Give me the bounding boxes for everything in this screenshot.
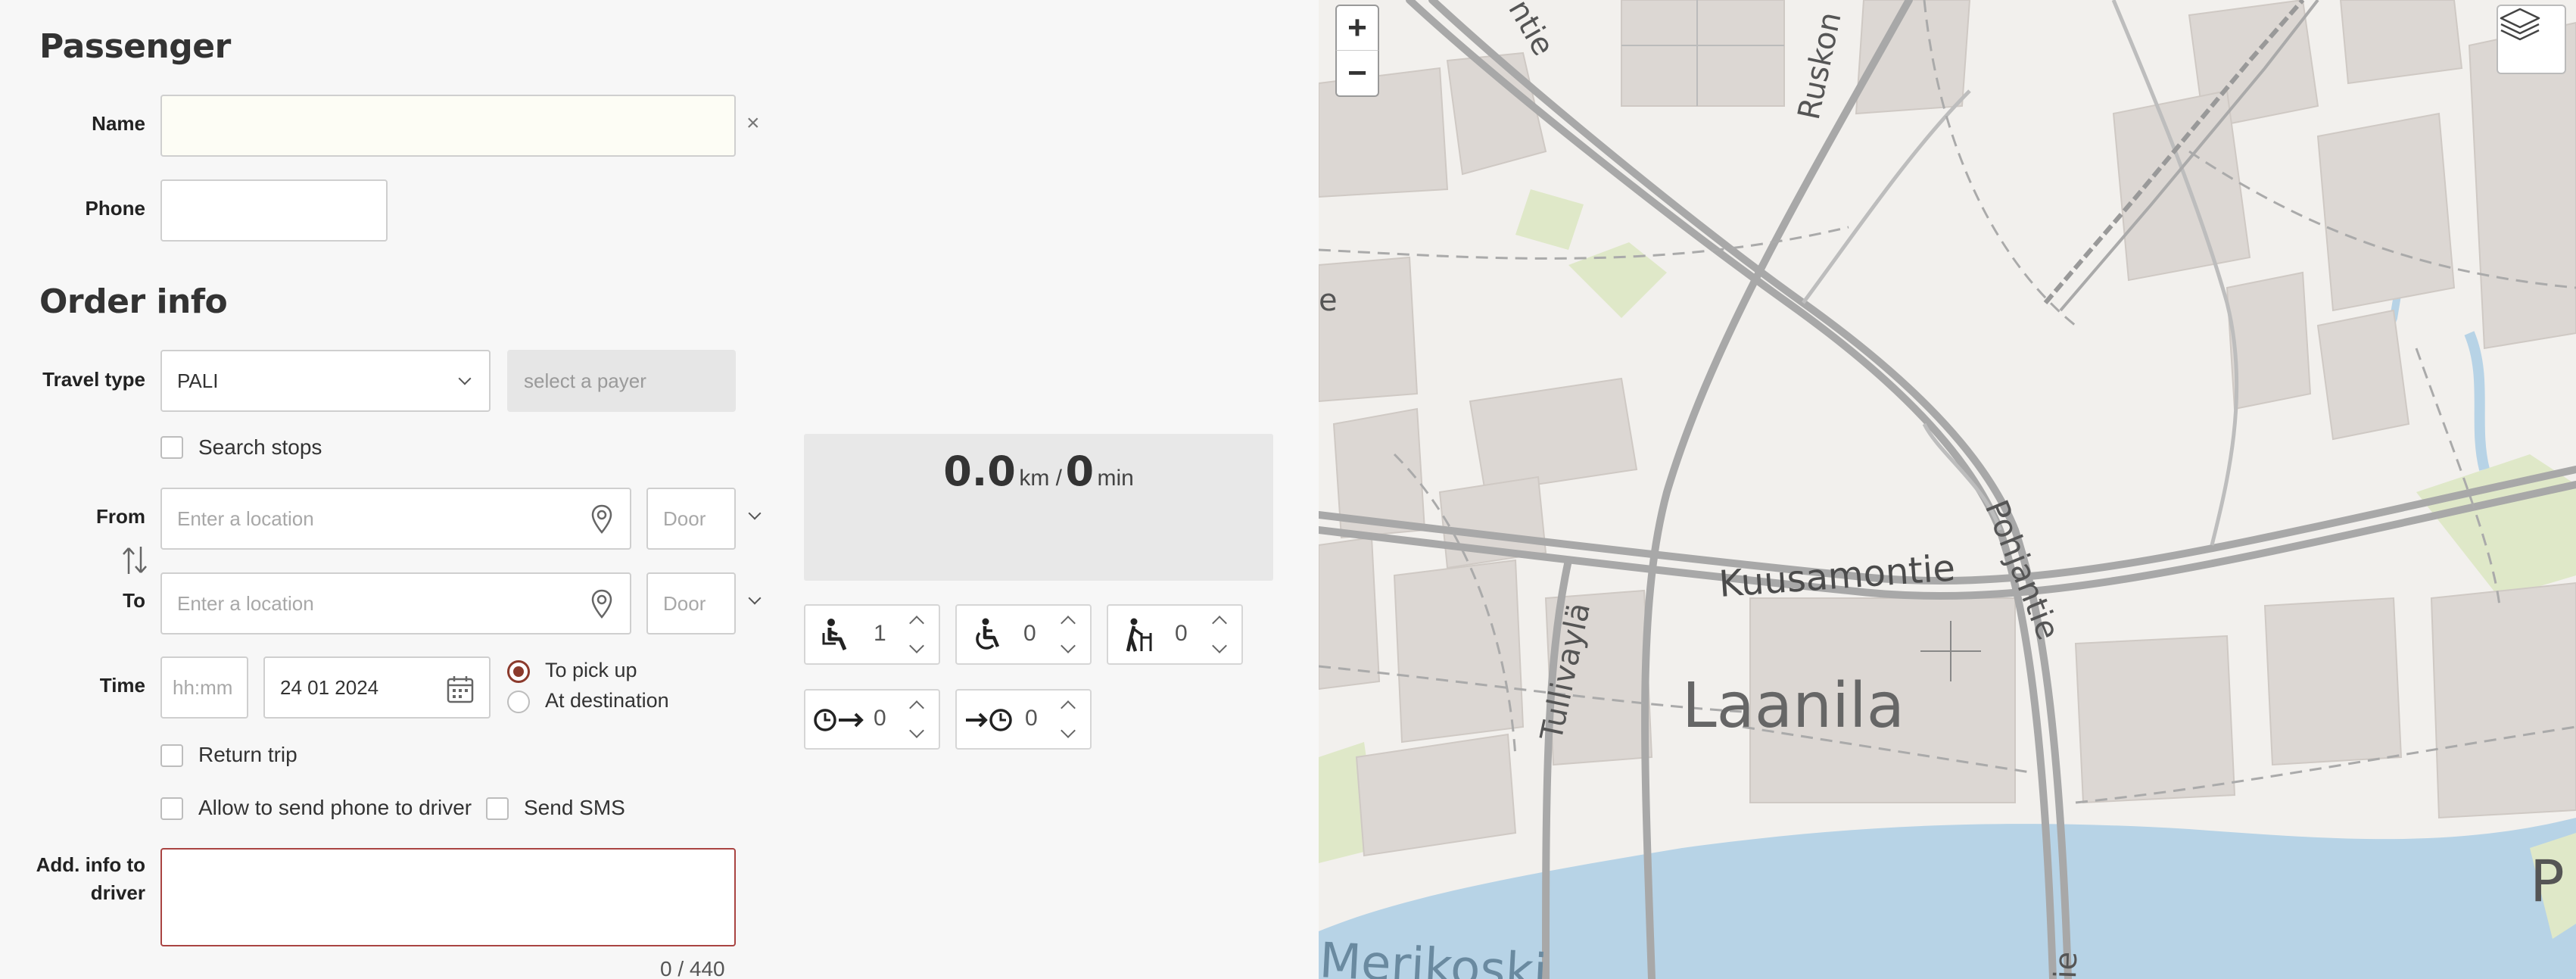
to-door-placeholder: Door [663,591,706,615]
from-label: From [96,505,145,528]
date-input[interactable]: 24 01 2024 [263,656,491,719]
time-label: Time [99,674,145,697]
payer-select[interactable]: select a payer [507,350,736,412]
search-stops-label: Search stops [198,435,322,459]
swap-locations-icon[interactable] [120,544,150,577]
layers-icon [2500,8,2540,41]
clock-arrow-icon [814,709,864,731]
add-info-textarea[interactable] [160,848,736,946]
wheelchair-counter[interactable]: 0 [955,604,1092,665]
clear-name-icon[interactable]: × [746,111,760,136]
arrow-clock-icon [966,709,1012,731]
map-panel[interactable]: Kuusamontie Laanila Pohjantie Tullivaylä… [1319,0,2576,979]
calendar-icon[interactable] [447,675,474,703]
add-info-label: Add. info to driver [23,851,145,907]
to-pick-up-label: To pick up [545,659,637,681]
layers-button[interactable] [2497,5,2566,74]
increment-icon[interactable] [1212,616,1227,631]
to-location-placeholder: Enter a location [177,591,314,615]
route-summary-line: 0.0 km / 0 min [804,447,1273,495]
duration-value: 0 [1065,447,1095,495]
seated-person-icon [822,619,847,650]
from-door-chevron-icon[interactable] [748,507,762,520]
payer-placeholder: select a payer [524,369,646,392]
travel-type-label: Travel type [42,368,145,391]
add-info-label-line-1: Add. info to [36,853,145,876]
map-label-p: P [2530,847,2565,915]
passenger-section-title: Passenger [39,27,231,66]
travel-type-value: PALI [177,369,219,392]
wait-after-count: 0 [1025,706,1038,731]
wheelchair-icon [976,618,1000,650]
wait-before-counter[interactable]: 0 [804,689,940,750]
zoom-out-button[interactable]: − [1335,50,1379,97]
decrement-icon[interactable] [909,723,924,738]
chevron-down-icon [458,372,472,385]
phone-label: Phone [85,197,145,220]
distance-unit: km / [1019,466,1062,491]
phone-input[interactable] [160,179,388,242]
decrement-icon[interactable] [1061,723,1076,738]
duration-unit: min [1097,466,1134,491]
name-input[interactable] [160,95,736,157]
search-stops-checkbox[interactable] [160,436,183,459]
from-location-placeholder: Enter a location [177,507,314,530]
wait-before-count: 0 [874,706,886,731]
increment-icon[interactable] [1061,616,1076,631]
return-trip-checkbox[interactable] [160,744,183,767]
to-pick-up-radio[interactable] [507,660,530,683]
time-input[interactable]: hh:mm [160,656,248,719]
decrement-icon[interactable] [909,638,924,653]
at-destination-label: At destination [545,689,669,712]
order-info-section-title: Order info [39,282,228,321]
map-label-e: e [1319,283,1338,318]
seated-count: 1 [874,621,886,646]
seated-passenger-counter[interactable]: 1 [804,604,940,665]
increment-icon[interactable] [1061,700,1076,716]
return-trip-label: Return trip [198,743,297,766]
walker-count: 0 [1175,621,1188,646]
zoom-in-button[interactable]: + [1335,5,1379,51]
wheelchair-count: 0 [1023,621,1036,646]
send-sms-checkbox[interactable] [486,797,509,820]
to-label: To [123,589,145,612]
allow-phone-label: Allow to send phone to driver [198,796,472,819]
allow-phone-checkbox[interactable] [160,797,183,820]
from-door-placeholder: Door [663,507,706,530]
location-pin-icon [591,589,612,619]
decrement-icon[interactable] [1212,638,1227,653]
increment-icon[interactable] [909,616,924,631]
name-label: Name [92,112,145,135]
order-form-panel: Passenger Name × Phone Order info Travel… [0,0,1319,979]
increment-icon[interactable] [909,700,924,716]
to-door-input[interactable]: Door [646,572,736,634]
add-info-label-line-2: driver [90,881,145,904]
location-pin-icon [591,504,612,534]
map-label-ie: ie [2048,951,2084,979]
send-sms-label: Send SMS [524,796,625,819]
at-destination-radio[interactable] [507,691,530,713]
to-door-chevron-icon[interactable] [748,591,762,605]
time-placeholder: hh:mm [173,675,233,699]
decrement-icon[interactable] [1061,638,1076,653]
walker-counter[interactable]: 0 [1107,604,1243,665]
map-label-laanila: Laanila [1682,670,1905,742]
from-location-input[interactable]: Enter a location [160,488,631,550]
wait-after-counter[interactable]: 0 [955,689,1092,750]
travel-type-select[interactable]: PALI [160,350,491,412]
walker-icon [1126,618,1152,652]
map-canvas[interactable]: Kuusamontie Laanila Pohjantie Tullivaylä… [1319,0,2576,979]
route-summary-box: 0.0 km / 0 min [804,434,1273,581]
char-counter: 0 / 440 [660,957,725,979]
date-value: 24 01 2024 [280,675,379,699]
from-door-input[interactable]: Door [646,488,736,550]
distance-value: 0.0 [943,447,1016,495]
to-location-input[interactable]: Enter a location [160,572,631,634]
